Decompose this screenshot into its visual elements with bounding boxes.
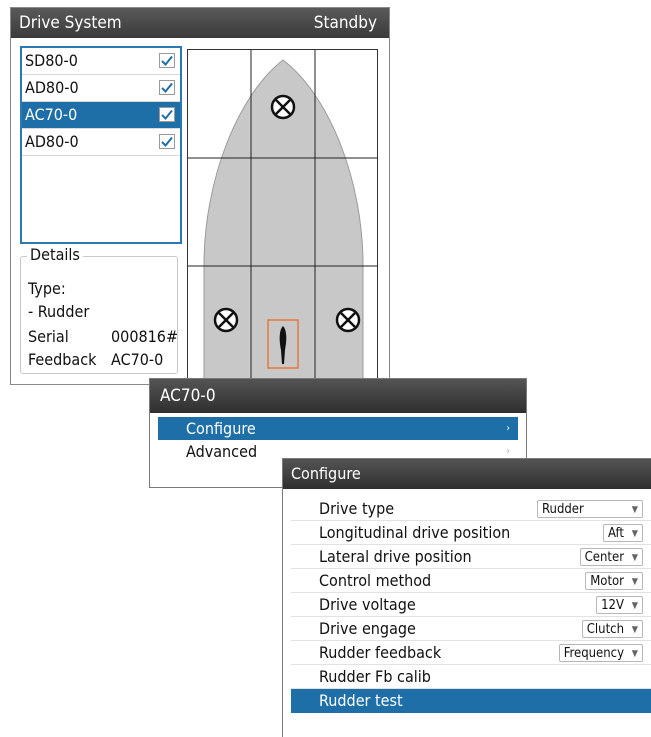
setting-drive-engage[interactable]: Drive engage Clutch ▼ (291, 617, 651, 641)
drive-position-icon (335, 307, 361, 333)
checkmark-icon (161, 55, 173, 66)
drive-name: AD80-0 (25, 78, 79, 97)
rudder-feedback-select[interactable]: Frequency ▼ (558, 644, 643, 662)
type-value: - Rudder (28, 302, 90, 321)
setting-rudder-feedback[interactable]: Rudder feedback Frequency ▼ (291, 641, 651, 665)
setting-rudder-fb-calib[interactable]: Rudder Fb calib (291, 665, 651, 689)
menu-title: AC70-0 (150, 379, 526, 413)
lateral-position-select[interactable]: Center ▼ (579, 548, 643, 566)
control-method-select[interactable]: Motor ▼ (585, 572, 643, 590)
drive-row-ad80-2[interactable]: AD80-0 (22, 129, 180, 156)
drive-row-ac70[interactable]: AC70-0 (22, 102, 180, 129)
caret-down-icon: ▼ (631, 577, 638, 587)
drive-row-ad80[interactable]: AD80-0 (22, 75, 180, 102)
feedback-label: Feedback (28, 350, 97, 369)
boat-diagram (187, 49, 378, 379)
menu-item-label: Configure (186, 419, 256, 438)
setting-label: Rudder feedback (319, 643, 442, 662)
caret-down-icon: ▼ (631, 529, 638, 539)
select-value: Center (584, 550, 624, 565)
feedback-value: AC70-0 (111, 350, 164, 369)
status-label: Standby (313, 13, 377, 33)
drive-engage-select[interactable]: Clutch ▼ (581, 620, 643, 638)
select-value: Clutch (586, 622, 624, 637)
drive-row-sd80[interactable]: SD80-0 (22, 48, 180, 75)
drive-position-icon (213, 307, 239, 333)
drive-system-window: Drive System Standby SD80-0 AD80-0 AC70-… (10, 7, 390, 385)
setting-drive-voltage[interactable]: Drive voltage 12V ▼ (291, 593, 651, 617)
checkmark-icon (161, 136, 173, 147)
drive-type-select[interactable]: Rudder ▼ (537, 500, 643, 518)
caret-down-icon: ▼ (631, 553, 638, 563)
boat-hull-graphic (188, 50, 377, 378)
setting-label: Rudder Fb calib (319, 667, 431, 686)
setting-label: Drive type (319, 499, 395, 518)
setting-label: Control method (319, 571, 432, 590)
setting-label: Drive voltage (319, 595, 416, 614)
drive-checkbox[interactable] (159, 53, 175, 68)
setting-label: Drive engage (319, 619, 416, 638)
setting-label: Lateral drive position (319, 547, 472, 566)
setting-label: Longitudinal drive position (319, 523, 511, 542)
serial-label: Serial (28, 327, 69, 346)
setting-control-method[interactable]: Control method Motor ▼ (291, 569, 651, 593)
drive-position-icon (270, 94, 296, 120)
window-title: Drive System (19, 13, 122, 33)
longitudinal-position-select[interactable]: Aft ▼ (602, 524, 643, 542)
caret-down-icon: ▼ (631, 649, 638, 659)
setting-lateral-position[interactable]: Lateral drive position Center ▼ (291, 545, 651, 569)
checkmark-icon (161, 109, 173, 120)
drive-voltage-select[interactable]: 12V ▼ (596, 596, 643, 614)
drive-checkbox[interactable] (159, 134, 175, 149)
drive-name: AC70-0 (25, 105, 78, 124)
drive-list: SD80-0 AD80-0 AC70-0 AD80-0 (20, 46, 182, 244)
drive-name: AD80-0 (25, 132, 79, 151)
setting-rudder-test[interactable]: Rudder test (291, 689, 651, 713)
select-value: Frequency (563, 646, 624, 661)
details-legend: Details (27, 245, 83, 264)
configure-title: Configure (283, 459, 651, 489)
checkmark-icon (161, 82, 173, 93)
caret-down-icon: ▼ (631, 505, 638, 515)
setting-label: Rudder test (319, 691, 403, 710)
select-value: Motor (590, 574, 624, 589)
drive-name: SD80-0 (25, 51, 78, 70)
menu-item-label: Advanced (186, 442, 258, 461)
serial-value: 000816# (111, 327, 178, 346)
select-value: Aft (607, 526, 624, 541)
chevron-right-icon: › (506, 423, 510, 434)
setting-drive-type[interactable]: Drive type Rudder ▼ (291, 497, 651, 521)
type-label: Type: (28, 279, 66, 298)
drive-system-titlebar: Drive System Standby (11, 8, 389, 38)
select-value: Rudder (542, 502, 584, 517)
configure-dialog: Configure Drive type Rudder ▼ Longitudin… (282, 458, 651, 737)
caret-down-icon: ▼ (631, 625, 638, 635)
details-group: Details Type: - Rudder Serial 000816# Fe… (20, 245, 178, 374)
drive-checkbox[interactable] (159, 107, 175, 122)
caret-down-icon: ▼ (631, 601, 638, 611)
select-value: 12V (601, 598, 624, 613)
drive-checkbox[interactable] (159, 80, 175, 95)
menu-item-configure[interactable]: Configure › (158, 417, 518, 440)
setting-longitudinal-position[interactable]: Longitudinal drive position Aft ▼ (291, 521, 651, 545)
